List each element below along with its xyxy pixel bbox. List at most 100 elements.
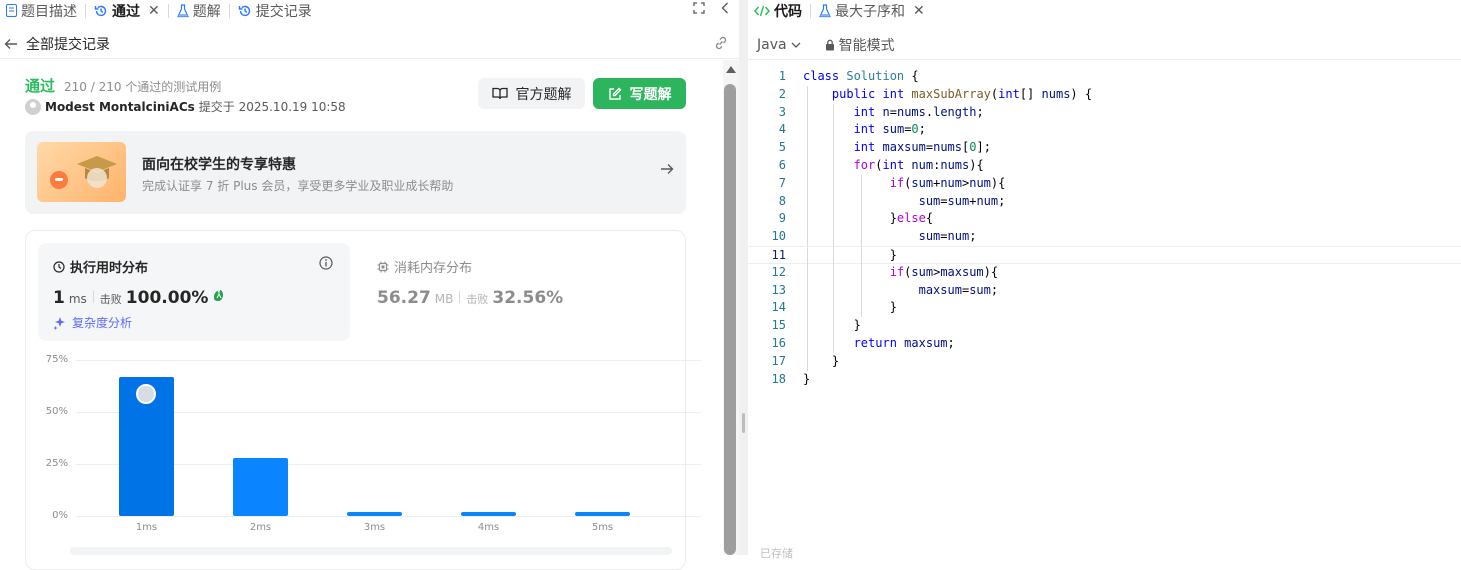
code-line[interactable]: 15 } xyxy=(748,317,1461,335)
runtime-title: 执行用时分布 xyxy=(70,261,149,276)
line-number: 11 xyxy=(771,247,786,262)
code-line[interactable]: 13 maxsum=sum; xyxy=(748,281,1461,300)
line-number: 14 xyxy=(771,300,786,315)
chevron-left-icon[interactable] xyxy=(721,2,729,14)
code-text: } xyxy=(803,300,897,315)
code-text: int sum=0; xyxy=(853,122,926,137)
memory-values: 56.27 MB 击败 32.56% xyxy=(377,288,563,308)
line-number: 7 xyxy=(778,175,786,190)
runtime-distribution-chart: 75% 50% 25% 0% 1ms 2ms 3ms 4ms 5ms xyxy=(38,352,701,542)
line-number: 15 xyxy=(771,318,786,333)
code-line[interactable]: 3 int n=nums.length; xyxy=(748,103,1461,122)
code-text: } xyxy=(803,371,811,386)
code-line[interactable]: 17 } xyxy=(748,352,1461,371)
clap-icon xyxy=(214,290,224,301)
code-line[interactable]: 8 sum=sum+num; xyxy=(748,192,1461,211)
book-icon xyxy=(491,87,508,100)
x-tick-label: 2ms xyxy=(249,522,272,533)
chart-footer-strip xyxy=(70,547,672,555)
back-to-submissions-link[interactable]: 全部提交记录 xyxy=(26,34,110,54)
chart-bar[interactable] xyxy=(461,511,516,516)
code-text: int maxsum=nums[0]; xyxy=(853,140,991,155)
chart-bar[interactable] xyxy=(233,457,288,516)
tab-divider xyxy=(85,3,86,18)
write-solution-button[interactable]: 写题解 xyxy=(593,78,686,109)
gridline xyxy=(76,360,701,361)
code-line[interactable]: 12 if(sum>maxsum){ xyxy=(748,263,1461,282)
code-text: for(int num:nums){ xyxy=(853,157,984,172)
scroll-up-arrow[interactable] xyxy=(726,66,736,73)
line-number: 8 xyxy=(778,193,786,208)
author-name[interactable]: Modest MontalciniACs xyxy=(45,100,195,114)
flask-icon xyxy=(176,3,189,17)
clock-icon xyxy=(53,260,65,273)
code-editor[interactable]: 1 class Solution {2 public int maxSubArra… xyxy=(748,68,1461,388)
code-icon xyxy=(754,5,770,16)
chart-bar[interactable] xyxy=(347,511,402,516)
avatar[interactable] xyxy=(25,98,41,115)
code-line[interactable]: 7 if(sum+num>num){ xyxy=(748,174,1461,193)
fullscreen-icon[interactable] xyxy=(693,2,705,14)
code-line[interactable]: 4 int sum=0; xyxy=(748,121,1461,140)
tab-code[interactable]: 代码 xyxy=(748,0,808,21)
submission-status: 通过 xyxy=(25,77,56,95)
panel-tools xyxy=(693,2,729,14)
tab-description[interactable]: 题目描述 xyxy=(0,0,83,21)
chart-bar[interactable] xyxy=(575,511,630,516)
chip-icon xyxy=(377,261,389,272)
chevron-down-icon xyxy=(791,42,801,48)
x-tick-label: 3ms xyxy=(363,522,386,533)
student-promo-banner[interactable]: 面向在校学生的专享特惠 完成认证享 7 折 Plus 会员，享受更多学业及职业成… xyxy=(25,131,686,214)
document-icon xyxy=(6,4,17,17)
scrollbar-thumb[interactable] xyxy=(724,84,736,555)
code-text: if(sum>maxsum){ xyxy=(889,264,999,279)
runtime-values: 1 ms 击败 100.00% xyxy=(53,288,227,308)
smart-mode-toggle[interactable]: 智能模式 xyxy=(821,35,895,55)
tab-label: 提交记录 xyxy=(255,3,312,20)
code-line[interactable]: 2 public int maxSubArray(int[] nums) { xyxy=(748,85,1461,104)
beat-label: 击败 xyxy=(466,293,489,306)
lock-icon xyxy=(825,39,834,50)
line-number: 18 xyxy=(771,371,786,386)
tab-accepted[interactable]: 通过 ✕ xyxy=(88,0,166,21)
line-number: 16 xyxy=(771,335,786,350)
code-line[interactable]: 5 int maxsum=nums[0]; xyxy=(748,139,1461,157)
runtime-header: 执行用时分布 xyxy=(53,257,148,276)
panel-splitter[interactable] xyxy=(739,0,748,555)
code-line[interactable]: 9 }else{ xyxy=(748,210,1461,229)
runtime-panel[interactable]: 执行用时分布 1 ms 击败 100.00% 复杂度分析 xyxy=(38,243,350,341)
arrow-left-icon[interactable] xyxy=(4,38,18,50)
code-text: int n=nums.length; xyxy=(853,104,984,119)
splitter-grip[interactable] xyxy=(742,413,745,433)
link-icon[interactable] xyxy=(713,35,729,51)
code-line[interactable]: 10 sum=num; xyxy=(748,228,1461,246)
code-line[interactable]: 14 } xyxy=(748,299,1461,318)
official-solution-button[interactable]: 官方题解 xyxy=(478,78,585,109)
code-line[interactable]: 1 class Solution { xyxy=(748,68,1461,86)
left-scrollbar[interactable] xyxy=(723,60,739,555)
code-text: if(sum+num>num){ xyxy=(889,175,1006,190)
tab-solutions[interactable]: 题解 xyxy=(171,0,227,21)
left-tab-bar: 题目描述 通过 ✕ 题解 提交记录 xyxy=(0,0,739,21)
info-icon[interactable] xyxy=(319,256,333,270)
tab-divider xyxy=(167,3,169,18)
memory-beat-percent: 32.56% xyxy=(492,288,564,308)
line-number: 5 xyxy=(778,140,786,155)
arrow-right-icon[interactable] xyxy=(660,163,674,175)
sparkle-icon xyxy=(53,316,65,330)
complexity-analysis-link[interactable]: 复杂度分析 xyxy=(53,314,132,331)
line-number: 12 xyxy=(771,264,786,279)
close-icon[interactable]: ✕ xyxy=(913,3,925,19)
close-icon[interactable]: ✕ xyxy=(148,3,160,19)
tab-max-subarray[interactable]: 最大子序和 ✕ xyxy=(813,0,931,21)
code-line[interactable]: 6 for(int num:nums){ xyxy=(748,156,1461,175)
code-line[interactable]: 16 return maxsum; xyxy=(748,334,1461,353)
memory-panel[interactable]: 消耗内存分布 56.27 MB 击败 32.56% xyxy=(377,243,677,341)
tab-label: 代码 xyxy=(774,3,802,20)
code-line[interactable]: 18} xyxy=(748,371,1461,389)
line-number: 10 xyxy=(771,229,786,244)
tab-submissions[interactable]: 提交记录 xyxy=(232,0,318,21)
y-tick-label: 75% xyxy=(45,354,68,365)
code-line[interactable]: 11 } xyxy=(748,245,1461,265)
language-select[interactable]: Java xyxy=(757,37,805,53)
